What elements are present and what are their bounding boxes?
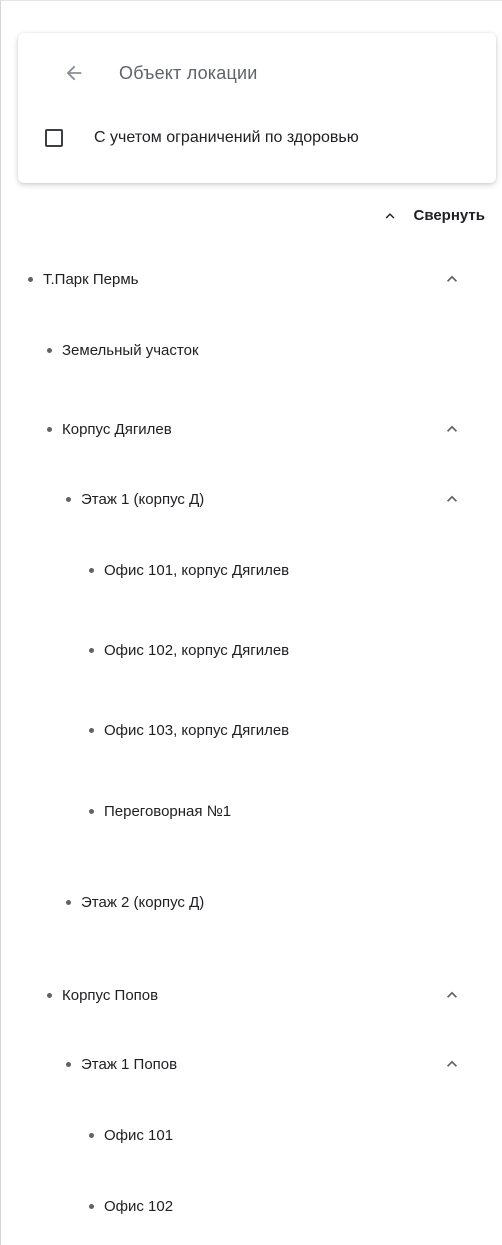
- bullet-icon: [89, 1132, 94, 1138]
- tree-row: Т.Парк Пермь: [1, 259, 502, 299]
- bullet-icon: [66, 1061, 71, 1067]
- tree-item-label: Корпус Попов: [62, 986, 159, 1004]
- tree-item[interactable]: Этаж 2 (корпус Д): [66, 882, 204, 922]
- tree-item-label: Офис 103, корпус Дягилев: [104, 721, 290, 739]
- tree-row: Земельный участок: [1, 330, 502, 370]
- chevron-up-icon: [447, 425, 457, 432]
- chevron-up-icon: [386, 212, 395, 218]
- bullet-icon: [47, 347, 52, 353]
- tree-item[interactable]: Офис 103, корпус Дягилев: [89, 710, 289, 750]
- tree-item[interactable]: Этаж 1 (корпус Д): [66, 479, 204, 519]
- tree-item-label: Этаж 1 (корпус Д): [81, 490, 205, 508]
- tree-item-label: Офис 101: [104, 1126, 174, 1144]
- arrow-left-icon: [66, 65, 82, 81]
- bullet-icon: [89, 1203, 94, 1209]
- tree-item[interactable]: Этаж 1 Попов: [66, 1044, 177, 1084]
- tree-row: Офис 101, корпус Дягилев: [1, 550, 502, 590]
- bullet-icon: [66, 496, 71, 502]
- tree-row: Этаж 1 Попов: [1, 1044, 502, 1084]
- bullet-icon: [89, 727, 94, 733]
- header-card: Объект локации С учетом ограничений по з…: [18, 33, 496, 183]
- bullet-icon: [89, 567, 94, 573]
- chevron-up-icon: [447, 991, 457, 998]
- health-restrictions-label: С учетом ограничений по здоровью: [94, 129, 359, 146]
- tree-item[interactable]: Переговорная №1: [89, 791, 231, 831]
- chevron-up-icon: [447, 1060, 457, 1067]
- tree-item-label: Переговорная №1: [104, 802, 232, 820]
- tree-item-label: Земельный участок: [62, 341, 199, 359]
- tree-row: Офис 101: [1, 1115, 502, 1155]
- bullet-icon: [89, 647, 94, 653]
- bullet-icon: [89, 808, 94, 814]
- tree-row: Корпус Попов: [1, 975, 502, 1015]
- tree-item[interactable]: Офис 102, корпус Дягилев: [89, 630, 289, 670]
- tree-row: Корпус Дягилев: [1, 409, 502, 449]
- chevron-up-icon: [447, 275, 457, 282]
- chevron-up-icon: [447, 495, 457, 502]
- tree-item-label: Офис 102: [104, 1197, 174, 1215]
- tree-item[interactable]: Земельный участок: [47, 330, 199, 370]
- tree-item[interactable]: Корпус Попов: [47, 975, 158, 1015]
- tree-item-label: Т.Парк Пермь: [43, 270, 139, 288]
- tree-row: Офис 102, корпус Дягилев: [1, 630, 502, 670]
- bullet-icon: [66, 899, 71, 905]
- collapse-node-button[interactable]: [442, 419, 462, 439]
- tree-item[interactable]: Офис 101: [89, 1115, 173, 1155]
- tree-item-label: Офис 102, корпус Дягилев: [104, 641, 290, 659]
- tree-item-label: Корпус Дягилев: [62, 420, 172, 438]
- tree-item-label: Этаж 1 Попов: [81, 1055, 178, 1073]
- health-restrictions-checkbox-row[interactable]: С учетом ограничений по здоровью: [45, 129, 359, 147]
- collapse-node-button[interactable]: [442, 985, 462, 1005]
- tree-item[interactable]: Офис 101, корпус Дягилев: [89, 550, 289, 590]
- collapse-node-button[interactable]: [442, 1054, 462, 1074]
- tree-row: Этаж 2 (корпус Д): [1, 882, 502, 922]
- collapse-all-button[interactable]: Свернуть: [383, 207, 485, 224]
- health-restrictions-checkbox[interactable]: [45, 129, 63, 147]
- page-title: Объект локации: [119, 63, 258, 83]
- bullet-icon: [47, 426, 52, 432]
- collapse-all-label: Свернуть: [413, 207, 485, 224]
- tree-row: Офис 102: [1, 1186, 502, 1226]
- location-picker-panel: Объект локации С учетом ограничений по з…: [0, 0, 502, 1245]
- tree-item[interactable]: Т.Парк Пермь: [28, 259, 138, 299]
- tree-row: Этаж 1 (корпус Д): [1, 479, 502, 519]
- tree-row: Офис 103, корпус Дягилев: [1, 710, 502, 750]
- collapse-node-button[interactable]: [442, 489, 462, 509]
- tree-row: Переговорная №1: [1, 791, 502, 831]
- tree-item[interactable]: Корпус Дягилев: [47, 409, 172, 449]
- tree-item-label: Этаж 2 (корпус Д): [81, 893, 205, 911]
- bullet-icon: [28, 276, 33, 282]
- collapse-node-button[interactable]: [442, 269, 462, 289]
- tree-item[interactable]: Офис 102: [89, 1186, 173, 1226]
- back-button[interactable]: [54, 53, 94, 93]
- tree-item-label: Офис 101, корпус Дягилев: [104, 561, 290, 579]
- bullet-icon: [47, 992, 52, 998]
